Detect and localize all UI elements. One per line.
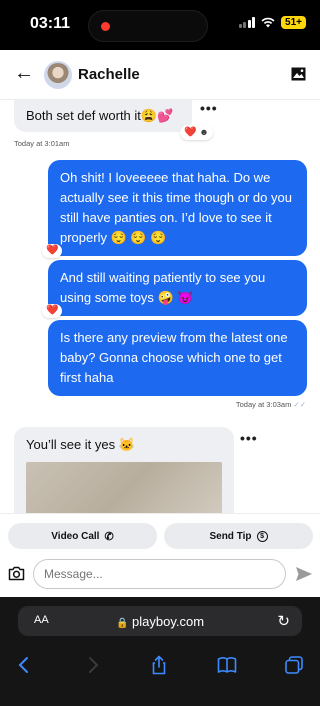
message-timestamp: Today at 3:01am	[14, 139, 70, 148]
message-text: Is there any preview from the latest one…	[60, 330, 288, 385]
reaction-badge[interactable]: ❤️	[42, 244, 63, 258]
action-bar: Video Call ✆ Send Tip $	[0, 513, 320, 597]
url-text: 🔒 playboy.com	[115, 614, 205, 629]
incoming-message[interactable]: Both set def worth it😩💕	[14, 100, 192, 132]
outgoing-message[interactable]: Is there any preview from the latest one…	[48, 320, 307, 396]
message-input[interactable]	[33, 559, 286, 589]
reload-icon[interactable]: ↻	[277, 612, 290, 630]
bookmarks-icon[interactable]	[217, 655, 237, 675]
heart-reaction-icon: ❤️	[46, 245, 59, 256]
lock-icon: 🔒	[115, 618, 129, 629]
sent-check-icon: ✓✓	[293, 400, 306, 409]
share-icon[interactable]	[149, 655, 169, 675]
url-field[interactable]: AA 🔒 playboy.com ↻	[18, 606, 302, 636]
back-chevron-icon[interactable]	[14, 655, 34, 675]
media-preview[interactable]	[26, 462, 222, 513]
image-icon[interactable]	[291, 67, 306, 81]
heart-reaction-icon: ❤️	[184, 127, 197, 138]
cellular-signal-icon	[238, 17, 256, 28]
dollar-coin-icon: $	[256, 530, 268, 542]
more-options-icon[interactable]: •••	[200, 100, 218, 116]
forward-chevron-icon[interactable]	[83, 655, 103, 675]
message-timestamp: Today at 3:03am ✓✓	[235, 400, 306, 409]
message-list[interactable]: Both set def worth it😩💕 ••• ❤️ ☻ Today a…	[0, 100, 320, 513]
more-options-icon[interactable]: •••	[240, 430, 258, 446]
chat-header: ← Rachelle	[0, 50, 320, 100]
outgoing-message[interactable]: And still waiting patiently to see you u…	[48, 260, 307, 316]
browser-address-bar: AA 🔒 playboy.com ↻	[0, 597, 320, 645]
send-tip-label: Send Tip	[209, 530, 252, 542]
send-icon[interactable]	[295, 565, 313, 583]
browser-toolbar	[0, 645, 320, 706]
heart-reaction-icon: ❤️	[46, 305, 59, 316]
arrow-left-icon[interactable]: ←	[14, 62, 34, 85]
outgoing-message[interactable]: Oh shit! I loveeeee that haha. Do we act…	[48, 160, 307, 256]
dynamic-island	[88, 10, 208, 42]
reaction-badge[interactable]: ❤️ ☻	[180, 125, 213, 140]
wifi-icon	[261, 17, 275, 28]
camera-icon[interactable]	[8, 565, 25, 582]
status-icons: 51+	[238, 16, 306, 29]
tabs-icon[interactable]	[284, 655, 304, 675]
contact-name[interactable]: Rachelle	[78, 66, 140, 83]
phone-icon: ✆	[104, 530, 114, 543]
message-text: Both set def worth it😩💕	[26, 108, 174, 123]
message-text: Oh shit! I loveeeee that haha. Do we act…	[60, 170, 292, 245]
message-text: And still waiting patiently to see you u…	[60, 270, 266, 305]
video-call-button[interactable]: Video Call ✆	[8, 523, 157, 549]
reaction-badge[interactable]: ❤️	[42, 304, 63, 318]
battery-indicator: 51+	[281, 16, 306, 29]
video-call-label: Video Call	[51, 530, 100, 542]
user-icon: ☻	[199, 127, 209, 137]
status-bar: 03:11 51+	[0, 0, 320, 50]
status-time: 03:11	[30, 15, 71, 32]
avatar[interactable]	[44, 61, 72, 89]
recording-indicator-icon	[101, 22, 110, 31]
message-text: You’ll see it yes 🐱	[26, 437, 135, 452]
send-tip-button[interactable]: Send Tip $	[164, 523, 313, 549]
